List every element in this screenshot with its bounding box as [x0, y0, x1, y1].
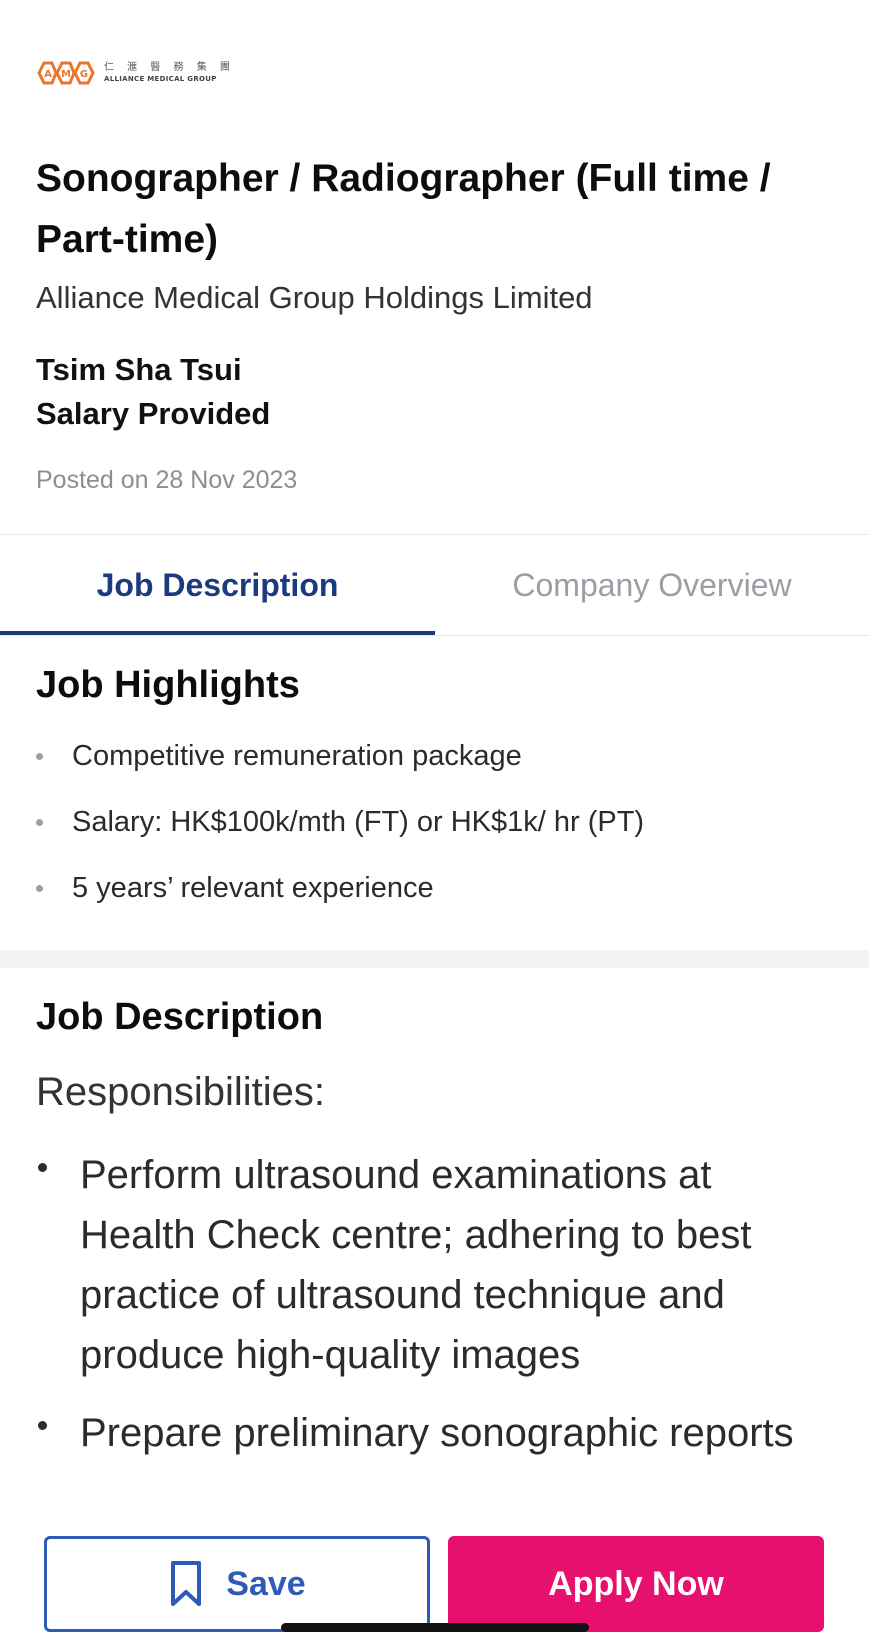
responsibilities-heading: Responsibilities: — [36, 1070, 326, 1114]
list-item: Salary: HK$100k/mth (FT) or HK$1k/ hr (P… — [36, 802, 644, 868]
section-separator — [0, 950, 869, 968]
job-title: Sonographer / Radiographer (Full time / … — [36, 157, 771, 261]
save-button[interactable]: Save — [44, 1536, 430, 1632]
home-indicator[interactable] — [281, 1623, 589, 1632]
save-button-label: Save — [226, 1564, 306, 1603]
logo-english-text: ALLIANCE MEDICAL GROUP — [104, 75, 217, 83]
job-salary: Salary Provided — [36, 396, 271, 431]
tab-bar: Job Description Company Overview — [0, 535, 869, 635]
svg-text:M: M — [61, 69, 71, 80]
apply-now-button[interactable]: Apply Now — [448, 1536, 824, 1632]
posted-date: Posted on 28 Nov 2023 — [36, 466, 298, 494]
logo-chinese-text: 仁 滙 醫 務 集 團 — [104, 62, 235, 73]
list-item: Perform ultrasound examinations at Healt… — [36, 1145, 836, 1385]
list-item: Competitive remuneration package — [36, 736, 644, 802]
tab-company-overview[interactable]: Company Overview — [435, 535, 869, 635]
responsibilities-list: Perform ultrasound examinations at Healt… — [36, 1145, 836, 1481]
list-item: 5 years’ relevant experience — [36, 868, 644, 934]
job-highlights-heading: Job Highlights — [36, 664, 300, 706]
company-name[interactable]: Alliance Medical Group Holdings Limited — [36, 280, 593, 316]
job-description-heading: Job Description — [36, 996, 324, 1038]
bookmark-icon — [171, 1561, 202, 1606]
list-item: Prepare preliminary sonographic reports — [36, 1403, 836, 1463]
divider — [0, 635, 869, 636]
company-logo: A M G 仁 滙 醫 務 集 團 ALLIANCE MEDICAL GROUP — [36, 58, 235, 88]
svg-text:G: G — [80, 69, 88, 80]
tab-job-description[interactable]: Job Description — [0, 535, 435, 635]
svg-text:A: A — [44, 69, 52, 80]
job-highlights-list: Competitive remuneration package Salary:… — [36, 736, 644, 934]
job-location: Tsim Sha Tsui — [36, 352, 242, 387]
amg-logo-icon: A M G — [37, 61, 95, 85]
logo-wordmark: 仁 滙 醫 務 集 團 ALLIANCE MEDICAL GROUP — [104, 63, 235, 83]
